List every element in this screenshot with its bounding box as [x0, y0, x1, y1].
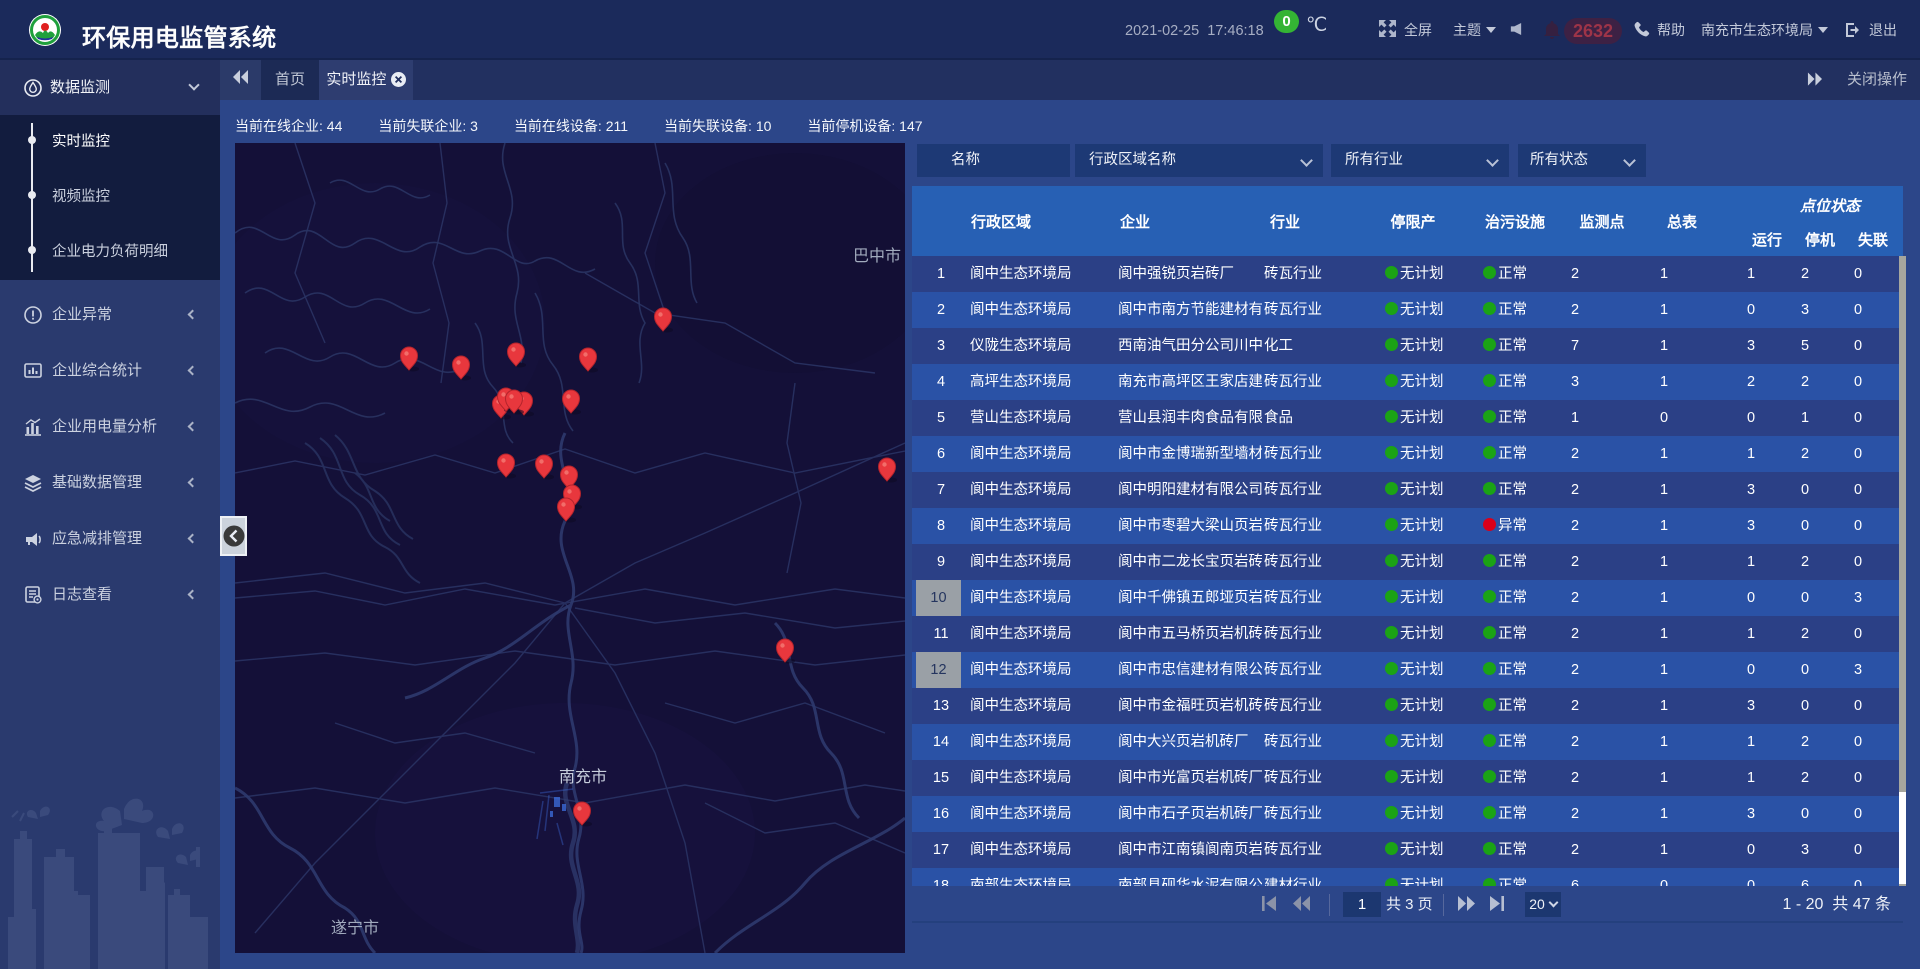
svg-text:南充市: 南充市	[559, 768, 607, 786]
svg-text:巴中市: 巴中市	[853, 247, 901, 265]
svg-text:遂宁市: 遂宁市	[331, 919, 379, 937]
